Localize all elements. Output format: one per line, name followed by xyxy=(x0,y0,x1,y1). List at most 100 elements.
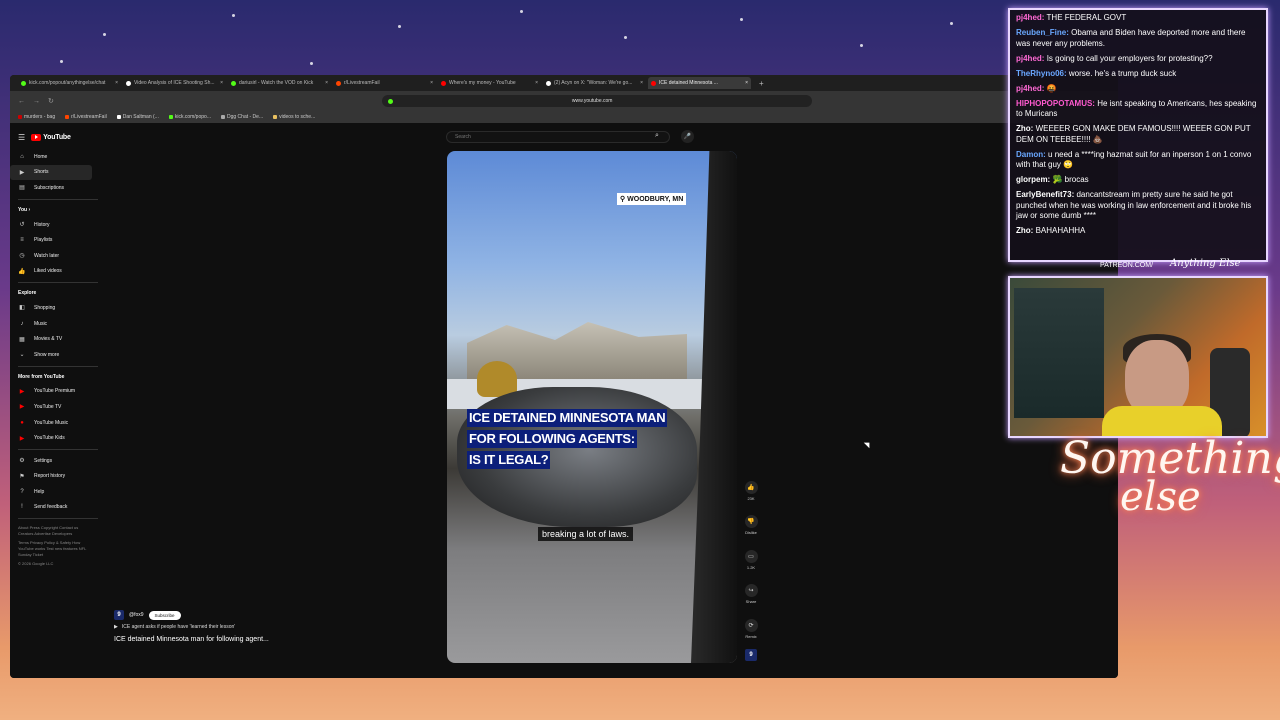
sidebar-item-label: Movies & TV xyxy=(34,336,63,343)
browser-tab[interactable]: kick.com/popout/anythingelse/chat × xyxy=(18,77,121,89)
close-icon[interactable]: × xyxy=(325,80,328,86)
feedback-icon: ! xyxy=(21,504,23,511)
subscribe-button[interactable]: Subscribe xyxy=(148,610,181,620)
gear-icon: ⚙ xyxy=(19,458,25,465)
shorts-action-thumbs-up[interactable]: 👍 23K xyxy=(742,481,760,515)
video-meta: 9 @fox9 Subscribe ▶ ICE agent asks if peo… xyxy=(114,608,374,643)
sidebar-item-label: YouTube Premium xyxy=(34,388,76,395)
sidebar-item-youtube-kids[interactable]: ▶ YouTube Kids xyxy=(10,430,92,446)
bookmark-item[interactable]: murders - bag xyxy=(18,114,55,120)
shorts-action-thumbs-down[interactable]: 👎 Dislike xyxy=(742,515,760,549)
sidebar-item-liked-videos[interactable]: 👍 Liked videos xyxy=(10,264,92,280)
browser-tab[interactable]: dariusirl - Watch the VOD on Kick × xyxy=(228,77,331,89)
sidebar-item-label: Help xyxy=(34,488,45,495)
subscriptions-icon: ▤ xyxy=(19,185,25,192)
search-input[interactable]: Search xyxy=(446,131,670,143)
youtube-logo[interactable]: YouTube xyxy=(31,133,71,141)
sidebar-item-send-feedback[interactable]: ! Send feedback xyxy=(10,500,92,516)
forward-icon[interactable]: → xyxy=(33,98,40,105)
bookmark-label: Dgg Chat - De... xyxy=(226,114,264,120)
video-title[interactable]: ICE detained Minnesota man for following… xyxy=(114,636,374,643)
reload-icon[interactable]: ↻ xyxy=(48,97,54,105)
thumbs-up-icon[interactable]: 👍 xyxy=(744,481,758,494)
nav-section-more: More from YouTube xyxy=(18,373,65,380)
close-icon[interactable]: × xyxy=(220,80,223,86)
microphone-icon[interactable]: 🎤 xyxy=(681,130,694,143)
divider xyxy=(18,282,98,284)
share-icon[interactable]: ↪ xyxy=(744,584,758,598)
channel-avatar[interactable]: 9 xyxy=(114,610,124,620)
shorts-action-label: 23K xyxy=(747,496,755,501)
location-tag: ⚲ WOODBURY, MN xyxy=(617,193,687,205)
sidebar-item-movies-tv[interactable]: ▦ Movies & TV xyxy=(10,331,92,347)
remix-icon[interactable]: ⟳ xyxy=(744,618,758,632)
site-info-icon[interactable] xyxy=(387,98,393,104)
bookmark-favicon-icon xyxy=(18,115,22,119)
sidebar-item-playlists[interactable]: ≡ Playlists xyxy=(10,232,92,248)
shorts-action-label: Dislike xyxy=(745,530,757,536)
close-icon[interactable]: × xyxy=(430,80,433,86)
footer-links[interactable]: About Press Copyright Contact us Creator… xyxy=(10,525,90,567)
browser-tab[interactable]: Where's my money - YouTube × xyxy=(438,77,541,89)
new-tab-button[interactable]: + xyxy=(759,79,764,88)
bookmark-item[interactable]: Dgg Chat - De... xyxy=(220,114,264,120)
webcam-shelf xyxy=(1014,288,1104,418)
shorts-video-player[interactable]: ⚲ WOODBURY, MN ICE DETAINED MINNESOTA MAN… xyxy=(447,151,737,663)
chat-username: EarlyBenefit73: xyxy=(1016,190,1075,199)
bookmark-label: Dan Saltman (... xyxy=(122,114,159,120)
sidebar-item-youtube-premium[interactable]: ▶ YouTube Premium xyxy=(10,384,92,400)
chat-text: 🤬 xyxy=(1046,83,1057,93)
close-icon[interactable]: × xyxy=(535,80,538,86)
search-icon[interactable]: ⌕ xyxy=(655,132,659,140)
browser-tab[interactable]: r/LivestreamFail × xyxy=(333,77,436,89)
sidebar-item-watch-later[interactable]: ◷ Watch later xyxy=(10,248,92,264)
sidebar-item-home[interactable]: ⌂ Home xyxy=(10,149,92,165)
shorts-action-comment[interactable]: ▭ 1.2K xyxy=(742,549,760,584)
shorts-action-remix[interactable]: ⟳ Remix xyxy=(742,618,760,653)
sidebar-item-shorts[interactable]: ▶ Shorts xyxy=(10,164,92,181)
sidebar-item-youtube-tv[interactable]: ▶ YouTube TV xyxy=(10,399,92,415)
bookmark-favicon-icon xyxy=(65,115,70,119)
bookmark-item[interactable]: r/LivestreamFail xyxy=(65,114,107,120)
thumbs-down-icon[interactable]: 👎 xyxy=(744,515,758,529)
menu-icon[interactable]: ☰ xyxy=(18,133,25,142)
webcam-streamer xyxy=(1125,340,1189,416)
channel-name[interactable]: @fox9 xyxy=(129,612,144,618)
bookmark-label: murders - bag xyxy=(24,114,56,120)
close-icon[interactable]: × xyxy=(640,80,643,86)
browser-tab[interactable]: ICE detained Minnesota ... × xyxy=(648,77,751,89)
tab-favicon-icon xyxy=(231,80,236,86)
bookmark-label: r/LivestreamFail xyxy=(71,114,107,120)
comment-icon[interactable]: ▭ xyxy=(744,549,758,563)
sidebar-item-youtube-music[interactable]: ● YouTube Music xyxy=(10,415,92,431)
sidebar-item-label: YouTube Music xyxy=(34,419,69,426)
bookmark-label: kick.com/popo... xyxy=(174,114,211,120)
browser-tab[interactable]: (2) Acyn on X: "Woman: We're go... × xyxy=(543,77,646,89)
close-icon[interactable]: × xyxy=(115,80,118,86)
sidebar-item-subscriptions[interactable]: ▤ Subscriptions xyxy=(10,180,92,196)
nav-section-you[interactable]: You › xyxy=(10,203,102,217)
close-icon[interactable]: × xyxy=(745,80,748,86)
sidebar-item-history[interactable]: ↺ History xyxy=(10,217,92,233)
tab-favicon-icon xyxy=(336,80,341,86)
browser-tab[interactable]: Video Analysis of ICE Shooting Sh... × xyxy=(123,77,226,89)
sidebar-item-help[interactable]: ? Help xyxy=(10,484,92,500)
sidebar-item-music[interactable]: ♪ Music xyxy=(10,316,92,332)
chat-text: BAHAHAHHA xyxy=(1035,226,1086,235)
sidebar-item-shopping[interactable]: ◧ Shopping xyxy=(10,300,92,316)
back-icon[interactable]: ← xyxy=(18,98,25,105)
chat-username: HIPHOPOPOTAMUS: xyxy=(1016,98,1095,108)
shorts-action-share[interactable]: ↪ Share xyxy=(742,584,760,618)
address-bar[interactable]: www.youtube.com xyxy=(381,95,812,107)
sidebar-item-settings[interactable]: ⚙ Settings xyxy=(10,453,92,469)
related-video-link[interactable]: ▶ ICE agent asks if people have 'learned … xyxy=(114,624,374,630)
sidebar-item-report-history[interactable]: ⚑ Report history xyxy=(10,469,92,485)
sidebar-item-show-more[interactable]: ⌄ Show more xyxy=(10,347,92,363)
sidebar-item-label: Music xyxy=(34,320,48,327)
bookmark-item[interactable]: Dan Saltman (... xyxy=(116,114,159,120)
bookmark-item[interactable]: kick.com/popo... xyxy=(168,114,211,120)
channel-logo-icon[interactable]: 9 xyxy=(745,649,757,661)
bookmark-item[interactable]: videos to sche... xyxy=(273,114,315,120)
url-text: www.youtube.com xyxy=(571,98,613,104)
chat-username: pj4hed: xyxy=(1016,13,1045,22)
